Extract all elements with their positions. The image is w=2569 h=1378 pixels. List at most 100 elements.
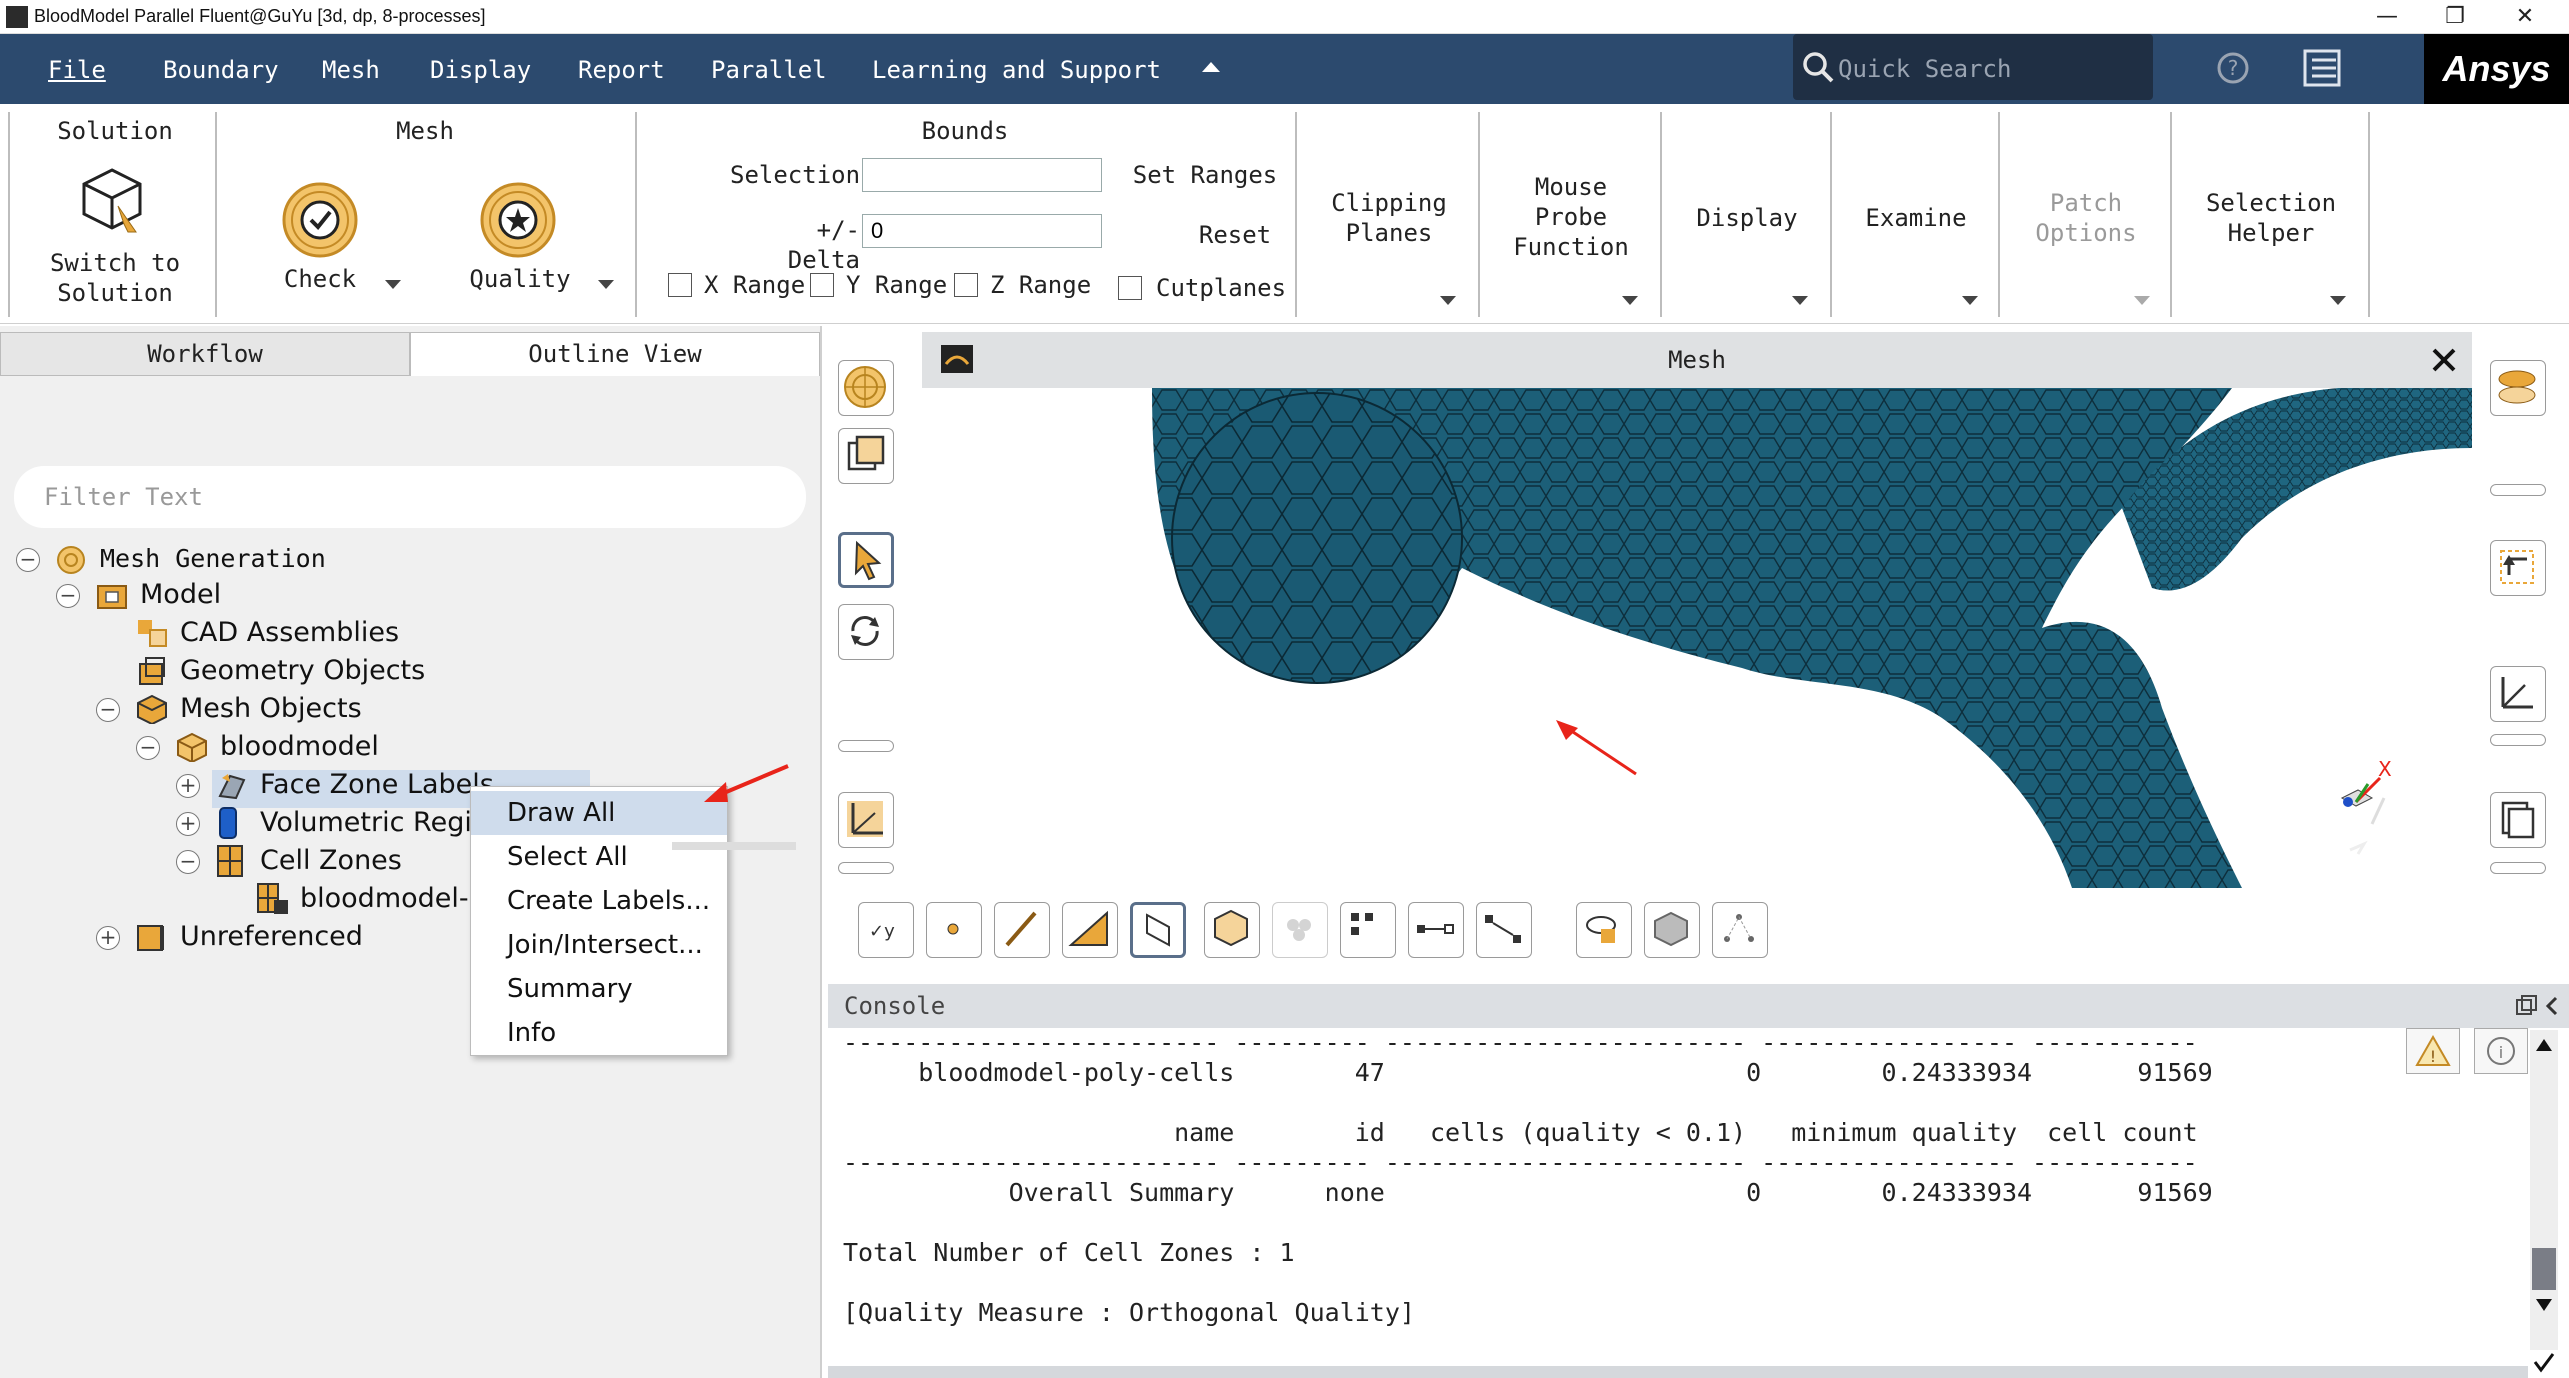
view-select-tool[interactable]	[1576, 902, 1632, 958]
axes-filter-tool[interactable]: ✓y	[858, 902, 914, 958]
select-object-tool[interactable]	[1204, 902, 1260, 958]
swap-node-tool[interactable]	[1476, 902, 1532, 958]
menu-item-join-intersect[interactable]: Join/Intersect...	[471, 923, 727, 967]
warning-button[interactable]: !	[2406, 1028, 2460, 1074]
tree-bloodmodel-poly[interactable]: bloodmodel-p	[300, 883, 486, 914]
collapse-toggle[interactable]: −	[176, 850, 200, 874]
z-range-checkbox[interactable]	[954, 273, 978, 297]
console-scroll-thumb[interactable]	[2532, 1248, 2556, 1290]
maximize-button[interactable]: ❐	[2420, 0, 2490, 34]
scroll-up-icon[interactable]	[2534, 1036, 2554, 1054]
y-range-checkbox[interactable]	[810, 273, 834, 297]
tree-cad-assemblies[interactable]: CAD Assemblies	[180, 617, 399, 648]
menu-display[interactable]: Display	[430, 56, 531, 84]
mark-nodes-tool[interactable]	[1712, 902, 1768, 958]
mesh-display-tool[interactable]	[838, 360, 894, 416]
menu-item-draw-all[interactable]: Draw All	[471, 791, 727, 835]
expand-toggle[interactable]: +	[176, 812, 200, 836]
toolbar-scroll-handle[interactable]	[2490, 484, 2546, 496]
selection-helper-dropdown-icon[interactable]	[2330, 296, 2346, 305]
check-dropdown-icon[interactable]	[385, 280, 401, 289]
clipping-planes-button[interactable]: Clipping Planes	[1300, 188, 1478, 248]
lighting-tool[interactable]	[2490, 360, 2546, 416]
collapse-toggle[interactable]: −	[96, 698, 120, 722]
menu-learning-support[interactable]: Learning and Support	[872, 56, 1161, 84]
tab-workflow[interactable]: Workflow	[0, 332, 410, 376]
clipping-dropdown-icon[interactable]	[1440, 296, 1456, 305]
move-node-tool[interactable]	[1408, 902, 1464, 958]
copy-tool[interactable]	[2490, 792, 2546, 848]
expand-toggle[interactable]: +	[96, 926, 120, 950]
check-button[interactable]: Check	[270, 264, 370, 294]
pointer-tool[interactable]	[838, 532, 894, 588]
console-hscrollbar[interactable]	[828, 1366, 2528, 1378]
menu-file[interactable]: File	[48, 56, 106, 84]
collapse-toggle[interactable]: −	[56, 584, 80, 608]
reset-button[interactable]: Reset	[1190, 220, 1280, 250]
select-edge-tool[interactable]	[994, 902, 1050, 958]
axes-tool[interactable]	[838, 792, 894, 848]
toolbar-scroll-handle[interactable]	[2490, 734, 2546, 746]
menu-item-summary[interactable]: Summary	[471, 967, 727, 1011]
toolbar-scroll-handle[interactable]	[838, 862, 894, 874]
switch-to-solution-icon[interactable]	[78, 166, 146, 238]
hide-zone-tool[interactable]	[1644, 902, 1700, 958]
menu-item-info[interactable]: Info	[471, 1011, 727, 1055]
examine-button[interactable]: Examine	[1834, 203, 1998, 233]
quick-search-input[interactable]: Quick Search	[1793, 34, 2153, 100]
tree-geometry-objects[interactable]: Geometry Objects	[180, 655, 425, 686]
menu-parallel[interactable]: Parallel	[711, 56, 827, 84]
help-icon[interactable]: ?	[2216, 51, 2250, 85]
patch-dropdown-icon[interactable]	[2134, 296, 2150, 305]
display-dropdown-icon[interactable]	[1792, 296, 1808, 305]
scroll-down-icon[interactable]	[2534, 1296, 2554, 1314]
quality-icon[interactable]	[478, 180, 558, 260]
selection-input[interactable]	[862, 158, 1102, 192]
collapse-ribbon-icon[interactable]	[1200, 60, 1222, 74]
tree-volumetric-regions[interactable]: Volumetric Regic	[260, 807, 487, 838]
fit-view-tool[interactable]	[2490, 666, 2546, 722]
tree-face-zone-labels[interactable]: Face Zone Labels	[260, 769, 494, 800]
quality-dropdown-icon[interactable]	[598, 280, 614, 289]
tree-bloodmodel[interactable]: bloodmodel	[220, 731, 379, 762]
info-button[interactable]: i	[2474, 1028, 2528, 1074]
rotate-tool[interactable]	[838, 604, 894, 660]
select-point-tool[interactable]	[926, 902, 982, 958]
cutplanes-checkbox[interactable]	[1118, 276, 1142, 300]
undock-console-icon[interactable]	[2514, 994, 2538, 1018]
copy-view-tool[interactable]	[838, 428, 894, 484]
menu-mesh[interactable]: Mesh	[322, 56, 380, 84]
console-scrollbar[interactable]	[2530, 1030, 2558, 1350]
check-icon[interactable]	[280, 180, 360, 260]
filter-text-input[interactable]: Filter Text	[14, 466, 806, 528]
tree-model[interactable]: Model	[140, 579, 221, 610]
tree-cell-zones[interactable]: Cell Zones	[260, 845, 402, 876]
select-face-tool[interactable]	[1062, 902, 1118, 958]
tree-unreferenced[interactable]: Unreferenced	[180, 921, 363, 952]
mouse-probe-function-button[interactable]: Mouse Probe Function	[1482, 172, 1660, 262]
tree-mesh-objects[interactable]: Mesh Objects	[180, 693, 362, 724]
close-graphics-icon[interactable]	[2430, 346, 2458, 374]
selection-helper-button[interactable]: Selection Helper	[2174, 188, 2368, 248]
select-nodes-tool[interactable]	[1340, 902, 1396, 958]
collapse-toggle[interactable]: −	[136, 736, 160, 760]
patch-options-button[interactable]: Patch Options	[2002, 188, 2170, 248]
examine-dropdown-icon[interactable]	[1962, 296, 1978, 305]
toolbar-scroll-handle[interactable]	[838, 740, 894, 752]
undo-view-tool[interactable]	[2490, 540, 2546, 596]
delta-input[interactable]	[862, 214, 1102, 248]
select-zone-tool[interactable]	[1130, 902, 1186, 958]
menu-report[interactable]: Report	[578, 56, 665, 84]
toolbar-scroll-handle[interactable]	[2490, 862, 2546, 874]
menu-boundary[interactable]: Boundary	[163, 56, 279, 84]
collapse-console-icon[interactable]	[2542, 994, 2562, 1018]
tab-outline-view[interactable]: Outline View	[410, 332, 820, 376]
layout-icon[interactable]	[2302, 48, 2342, 88]
collapse-toggle[interactable]: −	[16, 548, 40, 572]
quality-button[interactable]: Quality	[460, 264, 580, 294]
minimize-button[interactable]: —	[2352, 0, 2422, 34]
expand-toggle[interactable]: +	[176, 774, 200, 798]
tree-mesh-generation[interactable]: Mesh Generation	[100, 544, 326, 573]
display-button[interactable]: Display	[1664, 203, 1830, 233]
mouse-probe-dropdown-icon[interactable]	[1622, 296, 1638, 305]
